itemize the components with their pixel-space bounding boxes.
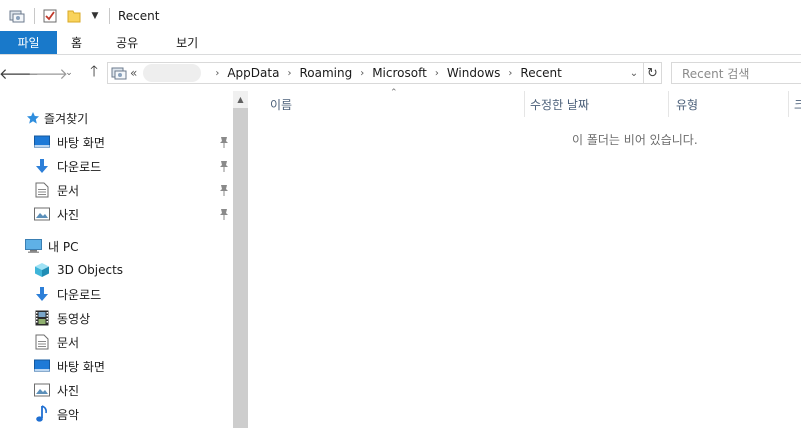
sort-ascending-caret-icon: ⌃ (390, 88, 398, 98)
forward-button[interactable]: 🡒 (28, 62, 68, 84)
pin-icon[interactable] (218, 207, 230, 221)
nav-pc-pictures[interactable]: 사진 (0, 378, 233, 402)
nav-this-pc[interactable]: 내 PC (0, 234, 233, 258)
desktop-icon (33, 133, 51, 151)
file-list-pane[interactable]: ⌃ 이름 수정한 날짜 유형 크 이 폴더는 비어 있습니다. (248, 88, 801, 428)
nav-label: 문서 (57, 183, 80, 198)
column-divider[interactable] (668, 91, 669, 117)
nav-label: 다운로드 (57, 159, 102, 174)
location-icon (108, 63, 130, 83)
address-bar[interactable]: « › AppData › Roaming › Microsoft › Wind… (107, 62, 644, 84)
checkbox-properties-icon[interactable] (41, 7, 59, 25)
breadcrumb-roaming[interactable]: Roaming (299, 66, 352, 80)
toolbar-separator (109, 7, 110, 24)
tab-file[interactable]: 파일 (0, 31, 57, 54)
breadcrumb-appdata[interactable]: AppData (227, 66, 279, 80)
nav-quick-pictures[interactable]: 사진 (0, 202, 233, 226)
nav-label: 동영상 (57, 311, 91, 326)
nav-pc-3d-objects[interactable]: 3D Objects (0, 258, 233, 282)
breadcrumb-windows[interactable]: Windows (447, 66, 501, 80)
nav-label: 문서 (57, 335, 80, 350)
nav-label: 즐겨찾기 (44, 111, 89, 126)
nav-quick-desktop[interactable]: 바탕 화면 (0, 130, 233, 154)
back-button[interactable]: 🡐 (0, 62, 39, 84)
pin-icon[interactable] (218, 135, 230, 149)
document-icon (33, 333, 51, 351)
nav-quick-access[interactable]: 즐겨찾기 (0, 106, 233, 130)
nav-quick-downloads[interactable]: 다운로드 (0, 154, 233, 178)
breadcrumb-recent[interactable]: Recent (520, 66, 561, 80)
breadcrumb-overflow[interactable]: « (130, 66, 137, 80)
empty-folder-message: 이 폴더는 비어 있습니다. (572, 133, 698, 147)
address-history-dropdown-icon[interactable]: ⌄ (627, 65, 641, 81)
nav-label: 내 PC (48, 239, 79, 254)
column-header-size[interactable]: 크 (794, 91, 801, 117)
download-arrow-icon (33, 285, 51, 303)
nav-label: 다운로드 (57, 287, 102, 302)
pin-icon[interactable] (218, 183, 230, 197)
chevron-right-icon[interactable]: › (435, 68, 439, 79)
nav-pc-documents[interactable]: 문서 (0, 330, 233, 354)
nav-label: 사진 (57, 383, 80, 398)
nav-label: 음악 (57, 407, 80, 422)
chevron-right-icon[interactable]: › (215, 68, 219, 79)
column-header-date-modified[interactable]: 수정한 날짜 (530, 91, 589, 117)
nav-label: 바탕 화면 (57, 359, 105, 374)
refresh-button[interactable]: ↻ (644, 62, 662, 84)
address-row: 🡐 🡒 ⌄ 🡑 « › AppData › Roaming › Microsof… (0, 55, 801, 91)
chevron-right-icon[interactable]: › (508, 68, 512, 79)
scroll-up-arrow-icon[interactable]: ▲ (233, 91, 248, 108)
document-icon (33, 181, 51, 199)
ribbon-tabs: 파일 홈 공유 보기 (0, 31, 801, 55)
film-strip-icon (33, 309, 51, 327)
navigation-pane: 즐겨찾기 바탕 화면 다운로드 문서 사진 내 PC 3D Objects 다운… (0, 91, 233, 428)
star-icon (26, 109, 40, 127)
up-button[interactable]: 🡑 (83, 62, 105, 84)
computer-icon (24, 237, 42, 255)
customize-quick-access-dropdown-icon[interactable]: ▼ (89, 7, 101, 25)
nav-pc-music[interactable]: 음악 (0, 402, 233, 426)
nav-label: 3D Objects (57, 263, 124, 277)
column-divider[interactable] (788, 91, 789, 117)
tab-share[interactable]: 공유 (102, 31, 162, 54)
pictures-icon (33, 205, 51, 223)
new-folder-icon[interactable] (65, 7, 83, 25)
window-title: Recent (118, 8, 160, 23)
search-input[interactable]: Recent 검색 (671, 62, 801, 84)
chevron-right-icon[interactable]: › (287, 68, 291, 79)
nav-label: 바탕 화면 (57, 135, 105, 150)
title-bar: ▼ Recent (0, 0, 801, 31)
scrollbar-thumb[interactable] (233, 108, 248, 428)
column-divider[interactable] (524, 91, 525, 117)
recent-locations-dropdown[interactable]: ⌄ (62, 62, 76, 84)
system-properties-icon[interactable] (8, 7, 26, 25)
pictures-icon (33, 381, 51, 399)
tab-view[interactable]: 보기 (162, 31, 212, 54)
download-arrow-icon (33, 157, 51, 175)
toolbar-separator (34, 7, 35, 24)
column-header-name[interactable]: 이름 (270, 91, 292, 117)
column-header-type[interactable]: 유형 (676, 91, 698, 117)
3d-objects-icon (33, 261, 51, 279)
redacted-path-segment (143, 64, 202, 82)
chevron-right-icon[interactable]: › (360, 68, 364, 79)
desktop-icon (33, 357, 51, 375)
tab-home[interactable]: 홈 (57, 31, 102, 54)
nav-pc-videos[interactable]: 동영상 (0, 306, 233, 330)
music-note-icon (33, 405, 51, 423)
nav-label: 사진 (57, 207, 80, 222)
breadcrumb-microsoft[interactable]: Microsoft (372, 66, 427, 80)
pin-icon[interactable] (218, 159, 230, 173)
navigation-scrollbar[interactable]: ▲ (233, 91, 248, 428)
nav-quick-documents[interactable]: 문서 (0, 178, 233, 202)
nav-pc-desktop[interactable]: 바탕 화면 (0, 354, 233, 378)
nav-pc-downloads[interactable]: 다운로드 (0, 282, 233, 306)
